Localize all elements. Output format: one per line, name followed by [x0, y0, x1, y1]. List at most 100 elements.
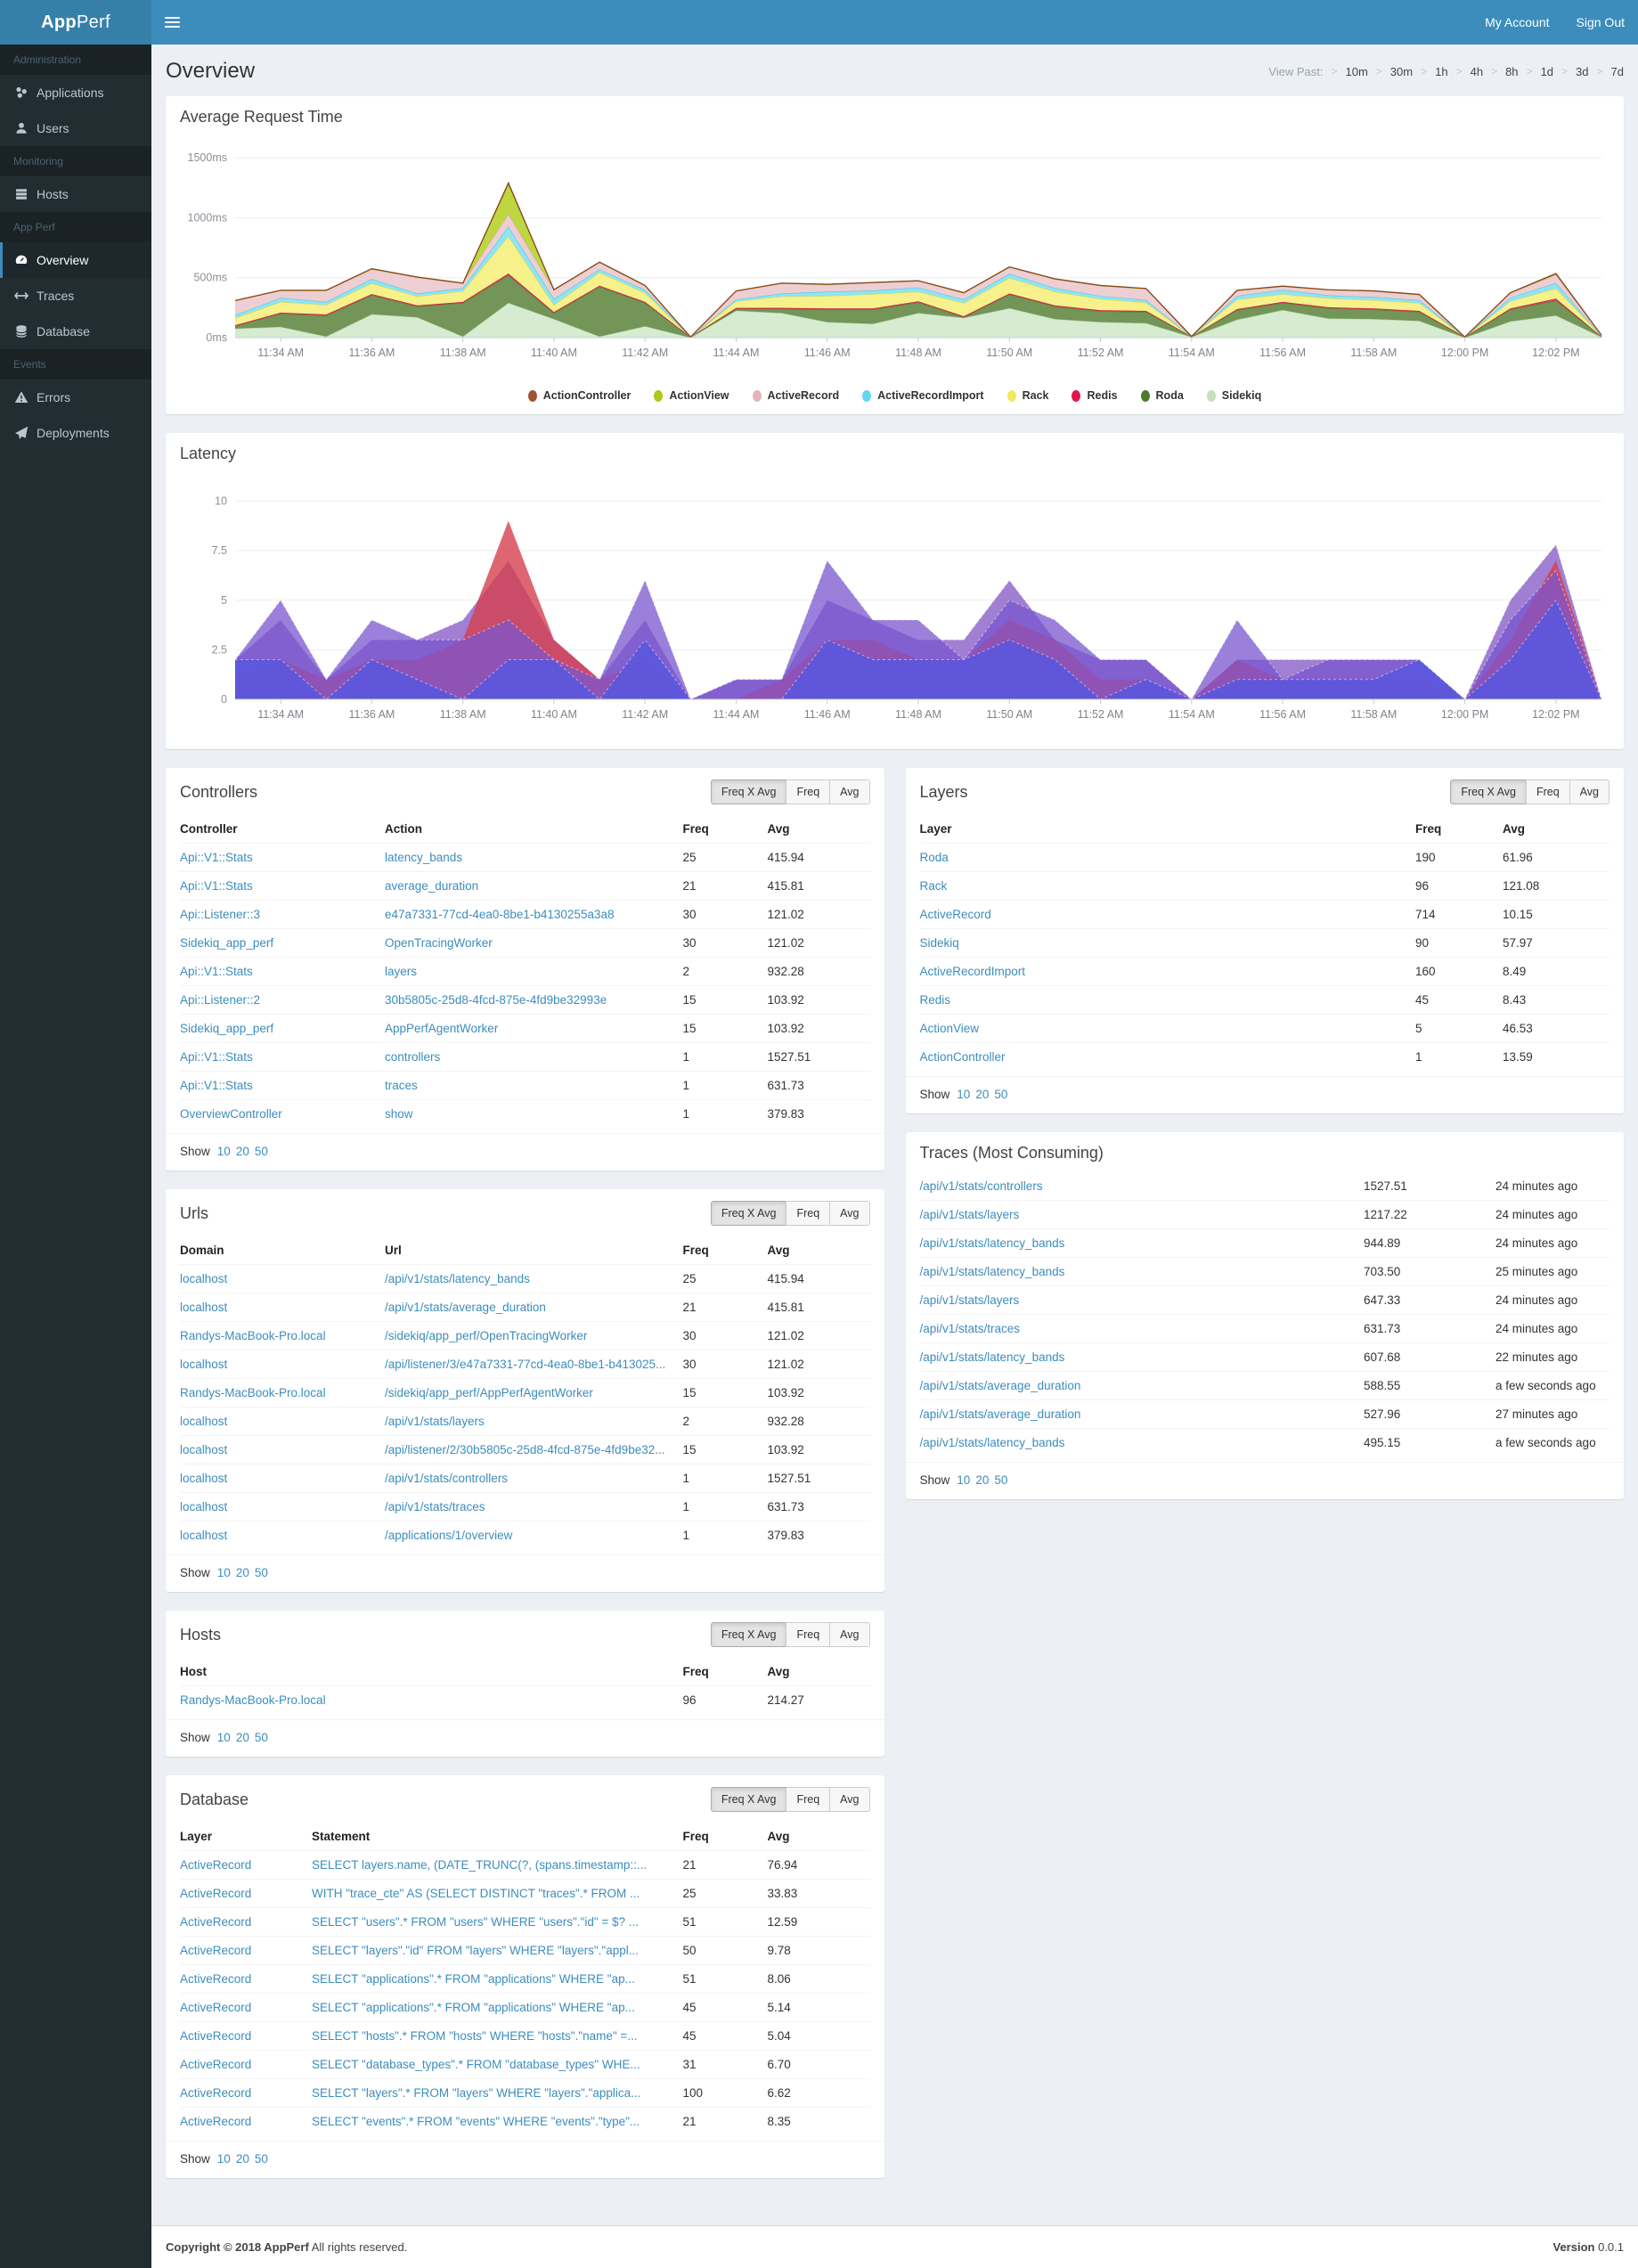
- toggle-button-freq[interactable]: Freq: [786, 1622, 831, 1647]
- table-link[interactable]: AppPerfAgentWorker: [385, 1022, 498, 1035]
- table-link[interactable]: Sidekiq_app_perf: [180, 1022, 273, 1035]
- table-link[interactable]: average_duration: [385, 879, 478, 893]
- table-link[interactable]: SELECT "layers".* FROM "layers" WHERE "l…: [312, 2086, 640, 2100]
- range-link-30m[interactable]: 30m: [1390, 65, 1413, 78]
- table-link[interactable]: latency_bands: [385, 851, 462, 864]
- sidebar-item-overview[interactable]: Overview: [0, 242, 151, 278]
- table-link[interactable]: localhost: [180, 1301, 227, 1314]
- table-link[interactable]: SELECT "applications".* FROM "applicatio…: [312, 1972, 635, 1986]
- range-link-7d[interactable]: 7d: [1611, 65, 1624, 78]
- sidebar-item-errors[interactable]: Errors: [0, 379, 151, 415]
- table-link[interactable]: ActiveRecord: [180, 2115, 251, 2128]
- sidebar-item-applications[interactable]: Applications: [0, 75, 151, 110]
- table-link[interactable]: controllers: [385, 1050, 440, 1064]
- table-link[interactable]: Api::V1::Stats: [180, 851, 253, 864]
- sidebar-toggle-button[interactable]: [151, 0, 192, 45]
- show-option-50[interactable]: 50: [255, 1566, 268, 1579]
- table-link[interactable]: /sidekiq/app_perf/AppPerfAgentWorker: [385, 1386, 593, 1399]
- table-link[interactable]: traces: [385, 1079, 418, 1092]
- table-link[interactable]: localhost: [180, 1529, 227, 1542]
- table-link[interactable]: /api/v1/stats/layers: [920, 1293, 1020, 1307]
- table-link[interactable]: Api::Listener::3: [180, 908, 260, 921]
- toggle-button-freq-x-avg[interactable]: Freq X Avg: [710, 1622, 787, 1647]
- table-link[interactable]: SELECT layers.name, (DATE_TRUNC(?, (span…: [312, 1858, 647, 1872]
- table-link[interactable]: Sidekiq_app_perf: [180, 936, 273, 950]
- table-link[interactable]: /api/v1/stats/average_duration: [920, 1407, 1081, 1421]
- show-option-50[interactable]: 50: [255, 2152, 268, 2166]
- table-link[interactable]: localhost: [180, 1443, 227, 1456]
- table-link[interactable]: Roda: [920, 851, 949, 864]
- table-link[interactable]: /api/v1/stats/controllers: [920, 1179, 1043, 1193]
- toggle-button-avg[interactable]: Avg: [829, 1622, 870, 1647]
- table-link[interactable]: ActiveRecord: [180, 1915, 251, 1929]
- show-option-50[interactable]: 50: [255, 1145, 268, 1158]
- table-link[interactable]: /api/v1/stats/latency_bands: [385, 1272, 530, 1285]
- toggle-button-freq-x-avg[interactable]: Freq X Avg: [710, 779, 787, 804]
- table-link[interactable]: Api::V1::Stats: [180, 879, 253, 893]
- brand-logo[interactable]: AppPerf: [0, 0, 151, 45]
- table-link[interactable]: ActiveRecord: [180, 1972, 251, 1986]
- show-option-10[interactable]: 10: [957, 1473, 970, 1487]
- toggle-button-avg[interactable]: Avg: [1569, 779, 1609, 804]
- range-link-1h[interactable]: 1h: [1435, 65, 1447, 78]
- show-option-10[interactable]: 10: [217, 1566, 231, 1579]
- toggle-button-avg[interactable]: Avg: [829, 779, 870, 804]
- table-link[interactable]: /api/v1/stats/latency_bands: [920, 1236, 1065, 1250]
- toggle-button-freq-x-avg[interactable]: Freq X Avg: [710, 1787, 787, 1812]
- table-link[interactable]: ActiveRecordImport: [920, 965, 1026, 978]
- table-link[interactable]: Api::Listener::2: [180, 993, 260, 1007]
- table-link[interactable]: ActiveRecord: [180, 2058, 251, 2071]
- toggle-button-freq[interactable]: Freq: [786, 1787, 831, 1812]
- table-link[interactable]: /applications/1/overview: [385, 1529, 512, 1542]
- table-link[interactable]: ActiveRecord: [180, 2029, 251, 2043]
- table-link[interactable]: Randys-MacBook-Pro.local: [180, 1386, 326, 1399]
- table-link[interactable]: ActiveRecord: [180, 1944, 251, 1957]
- show-option-20[interactable]: 20: [975, 1473, 989, 1487]
- table-link[interactable]: localhost: [180, 1272, 227, 1285]
- table-link[interactable]: /api/v1/stats/controllers: [385, 1472, 508, 1485]
- show-option-50[interactable]: 50: [255, 1731, 268, 1744]
- toggle-button-freq-x-avg[interactable]: Freq X Avg: [1450, 779, 1527, 804]
- table-link[interactable]: Api::V1::Stats: [180, 965, 253, 978]
- range-link-8h[interactable]: 8h: [1505, 65, 1518, 78]
- sidebar-item-deployments[interactable]: Deployments: [0, 415, 151, 451]
- show-option-10[interactable]: 10: [217, 1731, 231, 1744]
- show-option-20[interactable]: 20: [236, 1731, 249, 1744]
- sidebar-item-hosts[interactable]: Hosts: [0, 176, 151, 212]
- table-link[interactable]: ActiveRecord: [180, 2001, 251, 2014]
- sidebar-item-database[interactable]: Database: [0, 314, 151, 349]
- table-link[interactable]: localhost: [180, 1500, 227, 1513]
- table-link[interactable]: SELECT "users".* FROM "users" WHERE "use…: [312, 1915, 639, 1929]
- table-link[interactable]: ActiveRecord: [180, 1887, 251, 1900]
- table-link[interactable]: /api/listener/3/e47a7331-77cd-4ea0-8be1-…: [385, 1358, 665, 1371]
- table-link[interactable]: /api/v1/stats/latency_bands: [920, 1265, 1065, 1278]
- table-link[interactable]: OpenTracingWorker: [385, 936, 493, 950]
- table-link[interactable]: e47a7331-77cd-4ea0-8be1-b4130255a3a8: [385, 908, 614, 921]
- sidebar-item-users[interactable]: Users: [0, 110, 151, 146]
- range-link-10m[interactable]: 10m: [1345, 65, 1367, 78]
- toggle-button-freq-x-avg[interactable]: Freq X Avg: [710, 1201, 787, 1226]
- toggle-button-freq[interactable]: Freq: [786, 1201, 831, 1226]
- table-link[interactable]: ActiveRecord: [180, 1858, 251, 1872]
- table-link[interactable]: /api/v1/stats/layers: [385, 1415, 485, 1428]
- table-link[interactable]: Redis: [920, 993, 951, 1007]
- table-link[interactable]: Rack: [920, 879, 948, 893]
- show-option-50[interactable]: 50: [994, 1473, 1007, 1487]
- table-link[interactable]: show: [385, 1107, 413, 1121]
- table-link[interactable]: SELECT "applications".* FROM "applicatio…: [312, 2001, 635, 2014]
- table-link[interactable]: /api/listener/2/30b5805c-25d8-4fcd-875e-…: [385, 1443, 664, 1456]
- my-account-link[interactable]: My Account: [1471, 0, 1562, 45]
- range-link-3d[interactable]: 3d: [1576, 65, 1588, 78]
- show-option-20[interactable]: 20: [236, 2152, 249, 2166]
- table-link[interactable]: /api/v1/stats/average_duration: [385, 1301, 546, 1314]
- table-link[interactable]: Randys-MacBook-Pro.local: [180, 1329, 326, 1342]
- range-link-1d[interactable]: 1d: [1541, 65, 1553, 78]
- table-link[interactable]: ActiveRecord: [180, 2086, 251, 2100]
- table-link[interactable]: Sidekiq: [920, 936, 959, 950]
- show-option-50[interactable]: 50: [994, 1088, 1007, 1101]
- table-link[interactable]: ActiveRecord: [920, 908, 991, 921]
- table-link[interactable]: localhost: [180, 1472, 227, 1485]
- show-option-10[interactable]: 10: [217, 2152, 231, 2166]
- table-link[interactable]: 30b5805c-25d8-4fcd-875e-4fd9be32993e: [385, 993, 607, 1007]
- table-link[interactable]: layers: [385, 965, 417, 978]
